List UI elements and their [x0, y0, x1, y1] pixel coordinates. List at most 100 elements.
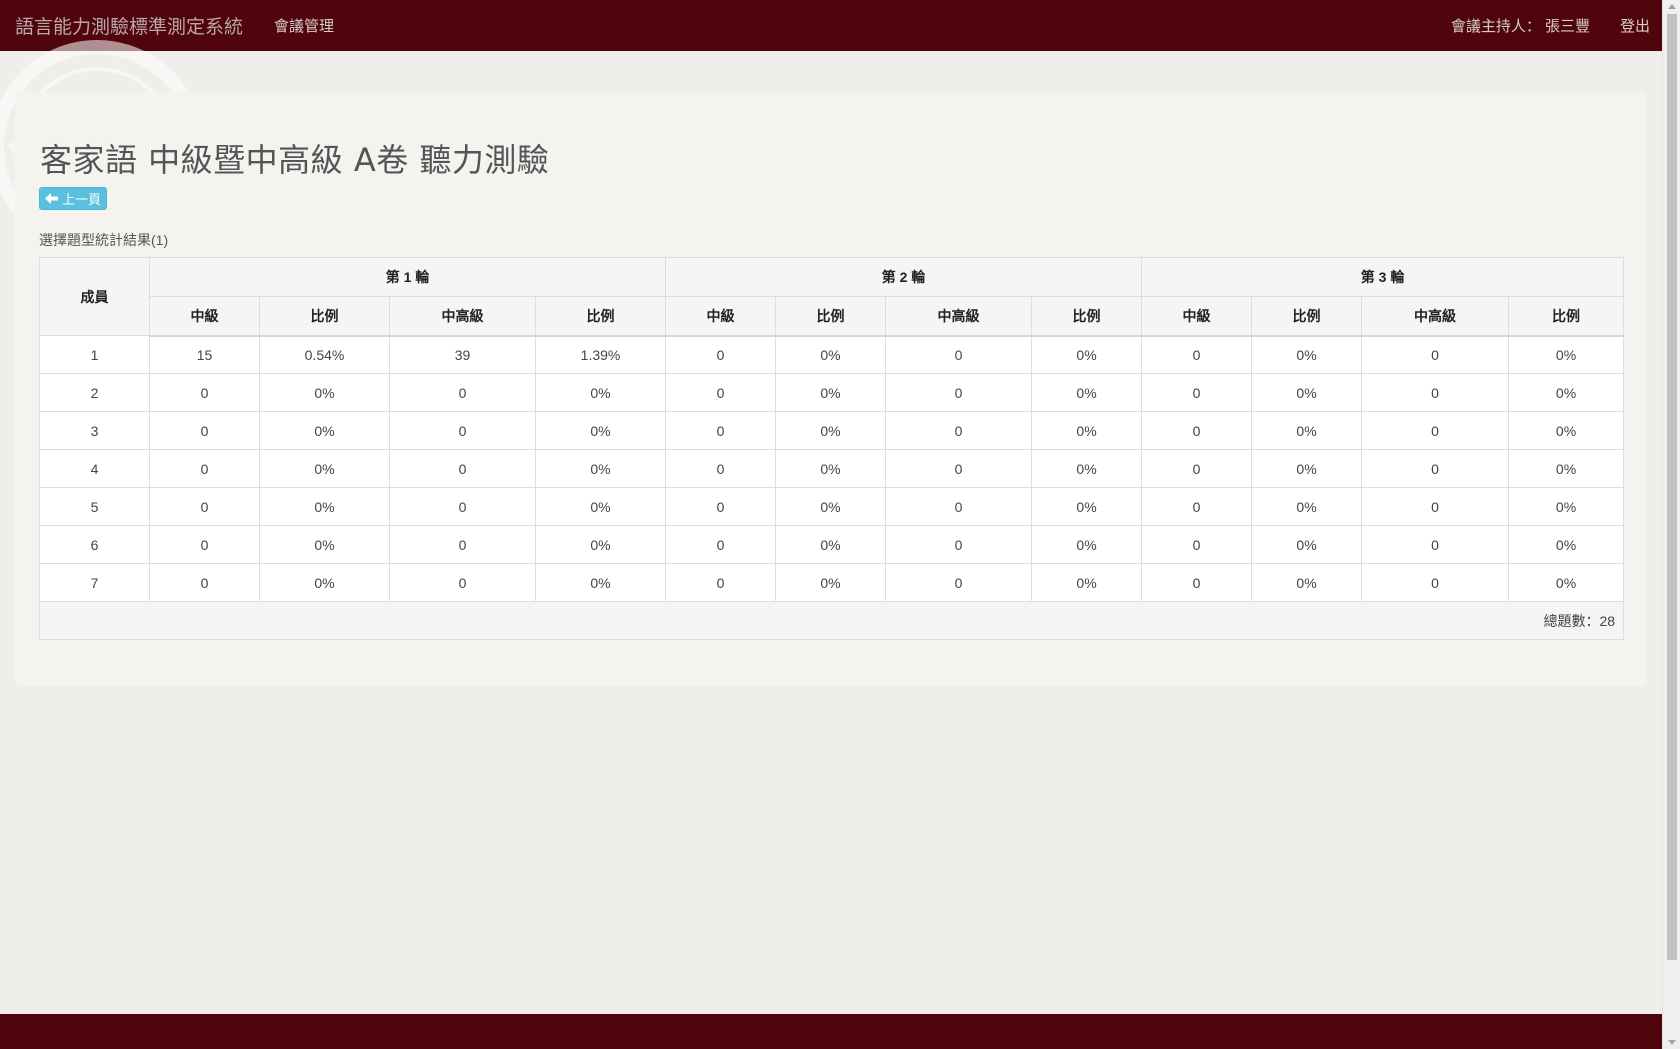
table-cell: 0%	[775, 449, 887, 488]
table-cell: 0%	[1031, 411, 1143, 450]
arrow-left-icon	[44, 193, 58, 204]
nav-meeting-management[interactable]: 會議管理	[274, 15, 334, 36]
ratio-header: 比例	[259, 296, 390, 337]
member-cell: 2	[39, 373, 150, 412]
ratio-header: 比例	[1031, 296, 1143, 337]
table-cell: 0%	[775, 373, 887, 412]
table-cell: 0	[389, 411, 536, 450]
section-label: 選擇題型統計結果(1)	[39, 232, 169, 248]
table-cell: 0	[149, 373, 260, 412]
table-cell: 0	[389, 525, 536, 564]
table-cell: 0	[665, 525, 777, 564]
top-navbar: 語言能力測驗標準測定系統 會議管理 會議主持人： 張三豐 登出	[0, 0, 1662, 51]
table-cell: 0	[1361, 449, 1510, 488]
member-cell: 7	[39, 563, 150, 602]
table-cell: 0%	[1251, 449, 1363, 488]
table-row: 5 0 0% 0 0% 0 0% 0 0% 0 0% 0 0%	[39, 487, 1625, 526]
level-high-intermediate-header: 中高級	[1361, 296, 1510, 337]
table-cell: 0%	[1508, 335, 1625, 374]
table-cell: 0.54%	[259, 335, 390, 374]
table-cell: 0%	[1508, 373, 1625, 412]
member-cell: 4	[39, 449, 150, 488]
table-cell: 0%	[259, 373, 390, 412]
table-cell: 0	[1361, 373, 1510, 412]
scroll-thumb[interactable]	[1667, 14, 1677, 960]
table-cell: 0%	[775, 525, 887, 564]
table-cell: 0%	[775, 487, 887, 526]
table-row: 6 0 0% 0 0% 0 0% 0 0% 0 0% 0 0%	[39, 525, 1625, 564]
table-cell: 0	[1361, 335, 1510, 374]
table-cell: 0	[1361, 563, 1510, 602]
member-cell: 1	[39, 335, 150, 374]
member-header: 成員	[39, 257, 150, 336]
table-row: 7 0 0% 0 0% 0 0% 0 0% 0 0% 0 0%	[39, 563, 1625, 602]
table-cell: 0	[1361, 411, 1510, 450]
table-cell: 0%	[1251, 487, 1363, 526]
table-cell: 0	[885, 487, 1033, 526]
member-cell: 3	[39, 411, 150, 450]
table-row: 3 0 0% 0 0% 0 0% 0 0% 0 0% 0 0%	[39, 411, 1625, 450]
table-cell: 0%	[775, 335, 887, 374]
table-cell: 0	[665, 411, 777, 450]
table-cell: 0	[885, 449, 1033, 488]
table-cell: 0	[1141, 411, 1253, 450]
table-cell: 0%	[1251, 411, 1363, 450]
table-cell: 0	[1361, 487, 1510, 526]
table-cell: 0%	[1508, 525, 1625, 564]
round-header: 第 2 輪	[665, 257, 1143, 297]
table-cell: 0	[149, 449, 260, 488]
round-header: 第 3 輪	[1141, 257, 1625, 297]
member-cell: 5	[39, 487, 150, 526]
table-cell: 0%	[1508, 411, 1625, 450]
table-cell: 0	[1141, 373, 1253, 412]
table-cell: 0%	[775, 411, 887, 450]
table-cell: 0%	[534, 411, 667, 450]
table-cell: 0	[149, 525, 260, 564]
table-cell: 0	[389, 449, 536, 488]
table-cell: 0%	[1508, 449, 1625, 488]
table-cell: 0%	[1031, 335, 1143, 374]
table-cell: 0%	[1031, 525, 1143, 564]
back-button[interactable]: 上一頁	[39, 187, 107, 210]
table-cell: 0%	[1031, 563, 1143, 602]
ratio-header: 比例	[1508, 296, 1625, 337]
table-cell: 0	[149, 411, 260, 450]
table-cell: 0%	[534, 525, 667, 564]
table-cell: 0	[665, 373, 777, 412]
table-cell: 0	[885, 525, 1033, 564]
table-cell: 0%	[1251, 525, 1363, 564]
table-cell: 0	[389, 373, 536, 412]
table-cell: 0	[1141, 449, 1253, 488]
page-title: 客家語 中級暨中高級 A卷 聽力測驗	[40, 141, 550, 179]
table-cell: 0	[1141, 335, 1253, 374]
scroll-up-arrow-icon[interactable]	[1668, 4, 1676, 9]
table-cell: 0%	[534, 373, 667, 412]
table-cell: 0%	[1031, 487, 1143, 526]
table-cell: 0%	[259, 487, 390, 526]
table-cell: 0%	[534, 449, 667, 488]
table-cell: 0	[149, 563, 260, 602]
table-cell: 0%	[1031, 449, 1143, 488]
table-cell: 0%	[259, 411, 390, 450]
table-cell: 0	[1141, 487, 1253, 526]
table-cell: 0	[885, 563, 1033, 602]
table-cell: 0%	[534, 563, 667, 602]
logout-link[interactable]: 登出	[1620, 15, 1650, 36]
table-cell: 0	[665, 487, 777, 526]
meeting-host-label: 會議主持人： 張三豐	[1450, 18, 1590, 35]
table-cell: 0%	[1508, 563, 1625, 602]
table-cell: 0%	[259, 449, 390, 488]
total-questions: 總題數：28	[38, 601, 1625, 640]
ratio-header: 比例	[775, 296, 887, 337]
back-button-label: 上一頁	[61, 192, 101, 207]
table-cell: 15	[149, 335, 260, 374]
table-cell: 0	[1361, 525, 1510, 564]
round-header: 第 1 輪	[148, 257, 667, 297]
scroll-down-arrow-icon[interactable]	[1668, 1040, 1676, 1045]
level-intermediate-header: 中級	[149, 296, 260, 337]
vertical-scrollbar[interactable]	[1662, 0, 1680, 1049]
table-cell: 0	[1141, 563, 1253, 602]
brand-title[interactable]: 語言能力測驗標準測定系統	[15, 12, 243, 39]
table-cell: 0	[885, 373, 1033, 412]
level-intermediate-header: 中級	[665, 296, 777, 337]
